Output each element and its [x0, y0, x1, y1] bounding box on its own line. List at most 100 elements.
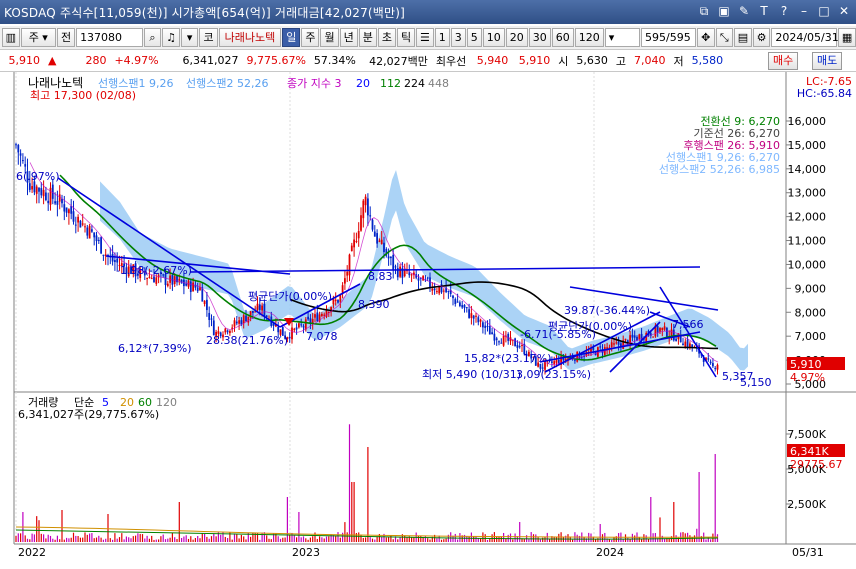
stock-chart[interactable]: 16,000 15,000 14,000 13,000 12,000 11,000 10,0…: [0, 72, 856, 566]
date-input[interactable]: 2024/05/31: [771, 28, 839, 47]
period-tab[interactable]: 일: [282, 28, 301, 47]
price-tick-label: 9,000: [795, 282, 827, 295]
calendar-icon[interactable]: ▦: [838, 28, 856, 47]
layout-icon[interactable]: ▣: [716, 3, 732, 19]
prev-button[interactable]: 전: [56, 28, 76, 47]
candle-body: [387, 256, 390, 259]
price-tick-label: 16,000: [788, 115, 827, 128]
stock-type-button[interactable]: 코: [199, 28, 218, 47]
candle-body: [355, 241, 358, 243]
candle-body: [178, 279, 181, 281]
list-icon[interactable]: ☰: [416, 28, 434, 47]
candle-body: [56, 201, 59, 205]
minimize-icon[interactable]: –: [796, 3, 812, 19]
candle-body: [707, 358, 710, 360]
chart-area[interactable]: 16,000 15,000 14,000 13,000 12,000 11,000 10,0…: [0, 72, 856, 566]
candle-body: [399, 266, 401, 277]
candle-body: [452, 295, 454, 299]
candle-body: [63, 204, 66, 212]
type-select-value: 주: [28, 31, 39, 44]
period-tab[interactable]: 년: [339, 28, 358, 47]
save-icon[interactable]: ▤: [734, 28, 752, 47]
search-icon[interactable]: ⌕: [143, 28, 162, 47]
interval-tab[interactable]: 30: [528, 28, 551, 47]
interval-tab[interactable]: 10: [482, 28, 505, 47]
candle-body: [148, 276, 151, 278]
cursor-icon[interactable]: ✥: [696, 28, 715, 47]
candle-body: [502, 335, 505, 346]
interval-tab[interactable]: 5: [466, 28, 482, 47]
candle-body: [606, 347, 608, 349]
candle-body: [468, 309, 470, 318]
chart-annotation: 7,566: [672, 318, 704, 331]
interval-tab[interactable]: 3: [450, 28, 466, 47]
maximize-icon[interactable]: □: [816, 3, 832, 19]
help-icon[interactable]: ?: [776, 3, 792, 19]
pin-icon[interactable]: ✎: [736, 3, 752, 19]
period-tab[interactable]: 초: [377, 28, 396, 47]
interval-tab[interactable]: 1: [434, 28, 450, 47]
more-icon[interactable]: ▾: [180, 28, 199, 47]
candle-body: [242, 315, 245, 324]
candle-body: [24, 164, 27, 167]
interval-input[interactable]: ▾: [604, 28, 641, 47]
interval-tab[interactable]: 20: [505, 28, 528, 47]
period-tab[interactable]: 틱: [396, 28, 416, 47]
sound-icon[interactable]: ♫: [162, 28, 180, 47]
sell-button[interactable]: 매도: [812, 52, 843, 70]
price-tick-label: 15,000: [788, 139, 827, 152]
candle-body: [42, 189, 45, 197]
settings-icon[interactable]: ⚙: [752, 28, 771, 47]
candle-body: [226, 330, 229, 333]
candle-body: [633, 335, 636, 338]
candle-body: [461, 305, 464, 308]
restore-icon[interactable]: ⧉: [696, 3, 712, 19]
type-select[interactable]: 주 ▾: [20, 28, 56, 47]
candle-body: [245, 315, 247, 322]
close-icon[interactable]: ✕: [836, 3, 852, 19]
candle-body: [15, 144, 17, 146]
volume-tick-label: 7,500K: [787, 428, 826, 441]
current-price-tag: 5,910: [790, 358, 822, 371]
interval-tabs: 1 3 5 10 20 30 60 120: [434, 28, 604, 47]
legend-span2: 선행스팬2 52,26: [186, 77, 268, 90]
interval-tab[interactable]: 60: [551, 28, 574, 47]
interval-tab[interactable]: 120: [574, 28, 604, 47]
candle-body: [321, 313, 323, 316]
candle-body: [716, 364, 719, 370]
stock-code-input[interactable]: 137080: [76, 28, 143, 47]
candle-body: [38, 187, 40, 192]
best-quote-label: 최우선: [435, 54, 467, 68]
candle-body: [102, 254, 105, 256]
count-input[interactable]: 595/595: [641, 28, 696, 47]
candle-body: [500, 342, 503, 344]
period-tab[interactable]: 주: [301, 28, 320, 47]
tools-icon[interactable]: ⤡: [715, 28, 734, 47]
candle-body: [91, 229, 93, 232]
candle-body: [518, 346, 521, 348]
candle-body: [304, 319, 307, 330]
grid-icon[interactable]: ▥: [2, 28, 20, 47]
price-change-pct: +4.97%: [114, 54, 159, 67]
buy-button[interactable]: 매수: [768, 52, 799, 70]
candle-body: [28, 183, 31, 190]
candle-body: [307, 316, 309, 320]
candle-body: [638, 334, 641, 339]
period-tab[interactable]: 분: [358, 28, 377, 47]
hc-label: HC:-65.84: [797, 87, 852, 100]
x-axis-label: 2024: [596, 546, 624, 559]
chart-annotation: -1.98(-2.67%): [116, 264, 192, 277]
candle-body: [81, 223, 84, 225]
chart-annotation: 5,150: [740, 376, 772, 389]
volume-tag: 6,341K: [790, 445, 829, 458]
candle-body: [256, 303, 259, 310]
legend-ma-value: 112: [380, 77, 401, 90]
candle-body: [353, 239, 355, 248]
period-tab[interactable]: 월: [320, 28, 339, 47]
candle-body: [208, 312, 211, 320]
candle-body: [493, 333, 496, 341]
bid-price: 5,910: [518, 54, 551, 67]
candle-body: [714, 368, 717, 370]
candle-body: [155, 277, 158, 284]
text-icon[interactable]: T: [756, 3, 772, 19]
